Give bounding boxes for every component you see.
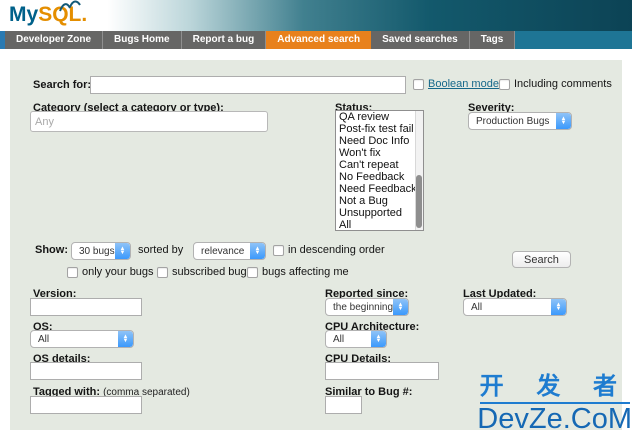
version-input[interactable] xyxy=(30,298,142,316)
status-listbox[interactable]: QA review Post-fix test fail Need Doc In… xyxy=(335,110,424,231)
watermark-site-text: DevZe.CoM xyxy=(477,403,632,435)
show-label: Show: xyxy=(35,244,68,256)
status-option[interactable]: Can't repeat xyxy=(336,159,423,171)
logo-trademark-dot: . xyxy=(81,3,88,26)
status-option[interactable]: Need Feedback xyxy=(336,183,423,195)
status-option[interactable]: Won't fix xyxy=(336,147,423,159)
search-input[interactable] xyxy=(90,76,406,94)
os-select-value: All xyxy=(38,333,50,345)
dolphin-swoosh-icon xyxy=(59,0,81,12)
status-option[interactable]: All xyxy=(336,219,423,230)
watermark: 开 发 者 DevZe.CoM xyxy=(477,366,632,434)
show-count-value: 30 bugs xyxy=(79,245,115,257)
bugs-affecting-me-checkbox[interactable] xyxy=(247,267,258,278)
status-option[interactable]: Need Doc Info xyxy=(336,135,423,147)
sorted-by-label: sorted by xyxy=(138,244,184,256)
last-updated-select[interactable]: All ▲ ▼ xyxy=(463,298,567,316)
status-option[interactable]: No Feedback xyxy=(336,171,423,183)
nav-tab-saved-searches[interactable]: Saved searches xyxy=(371,31,470,49)
severity-select[interactable]: Production Bugs ▲ ▼ xyxy=(468,112,572,130)
including-comments-checkbox[interactable] xyxy=(499,79,510,90)
reported-since-value: the beginning xyxy=(333,301,393,313)
sort-by-value: relevance xyxy=(201,245,245,257)
chevron-up-down-icon: ▲ ▼ xyxy=(250,243,265,259)
only-your-bugs-checkbox[interactable] xyxy=(67,267,78,278)
boolean-mode-link[interactable]: Boolean mode xyxy=(428,78,499,90)
status-scrollbar[interactable] xyxy=(415,111,423,230)
os-select[interactable]: All ▲ ▼ xyxy=(30,330,134,348)
only-your-bugs-label: only your bugs xyxy=(82,266,154,278)
descending-order-checkbox[interactable] xyxy=(273,245,284,256)
subscribed-bugs-label: subscribed bugs xyxy=(172,266,253,278)
show-count-select[interactable]: 30 bugs ▲ ▼ xyxy=(71,242,131,260)
chevron-up-down-icon: ▲ ▼ xyxy=(556,113,571,129)
reported-since-select[interactable]: the beginning ▲ ▼ xyxy=(325,298,409,316)
search-button[interactable]: Search xyxy=(512,251,571,268)
search-for-label: Search for: xyxy=(33,79,92,91)
status-option[interactable]: QA review xyxy=(336,111,423,123)
page: MySQL. Developer Zone Bugs Home Report a… xyxy=(0,0,632,437)
nav-tab-developer-zone[interactable]: Developer Zone xyxy=(5,31,104,49)
cpu-architecture-value: All xyxy=(333,333,345,345)
chevron-up-down-icon: ▲ ▼ xyxy=(551,299,566,315)
chevron-up-down-icon: ▲ ▼ xyxy=(115,243,130,259)
boolean-mode-checkbox[interactable] xyxy=(413,79,424,90)
nav-tab-report-a-bug[interactable]: Report a bug xyxy=(181,31,267,49)
severity-select-value: Production Bugs xyxy=(476,115,550,127)
sort-by-select[interactable]: relevance ▲ ▼ xyxy=(193,242,266,260)
cpu-details-input[interactable] xyxy=(325,362,439,380)
nav-tab-tags[interactable]: Tags xyxy=(469,31,516,49)
header-banner: MySQL. xyxy=(0,0,632,31)
chevron-up-down-icon: ▲ ▼ xyxy=(118,331,133,347)
status-scrollbar-thumb[interactable] xyxy=(416,175,422,228)
category-input[interactable] xyxy=(30,111,268,132)
os-details-input[interactable] xyxy=(30,362,142,380)
logo-text-my: My xyxy=(9,3,39,26)
subscribed-bugs-checkbox[interactable] xyxy=(157,267,168,278)
status-option[interactable]: Not a Bug xyxy=(336,195,423,207)
status-option[interactable]: Unsupported xyxy=(336,207,423,219)
chevron-up-down-icon: ▲ ▼ xyxy=(371,331,386,347)
nav-tab-bugs-home[interactable]: Bugs Home xyxy=(103,31,182,49)
chevron-up-down-icon: ▲ ▼ xyxy=(393,299,408,315)
tagged-with-input[interactable] xyxy=(30,396,142,414)
nav-tab-advanced-search[interactable]: Advanced search xyxy=(266,31,372,49)
nav-bar: Developer Zone Bugs Home Report a bug Ad… xyxy=(0,31,632,49)
status-option[interactable]: Post-fix test fail xyxy=(336,123,423,135)
bugs-affecting-me-label: bugs affecting me xyxy=(262,266,349,278)
similar-to-bug-input[interactable] xyxy=(325,396,362,414)
descending-order-label: in descending order xyxy=(288,244,385,256)
including-comments-label: Including comments xyxy=(514,78,612,90)
cpu-architecture-select[interactable]: All ▲ ▼ xyxy=(325,330,387,348)
watermark-chinese-text: 开 发 者 xyxy=(479,366,630,404)
last-updated-value: All xyxy=(471,301,483,313)
